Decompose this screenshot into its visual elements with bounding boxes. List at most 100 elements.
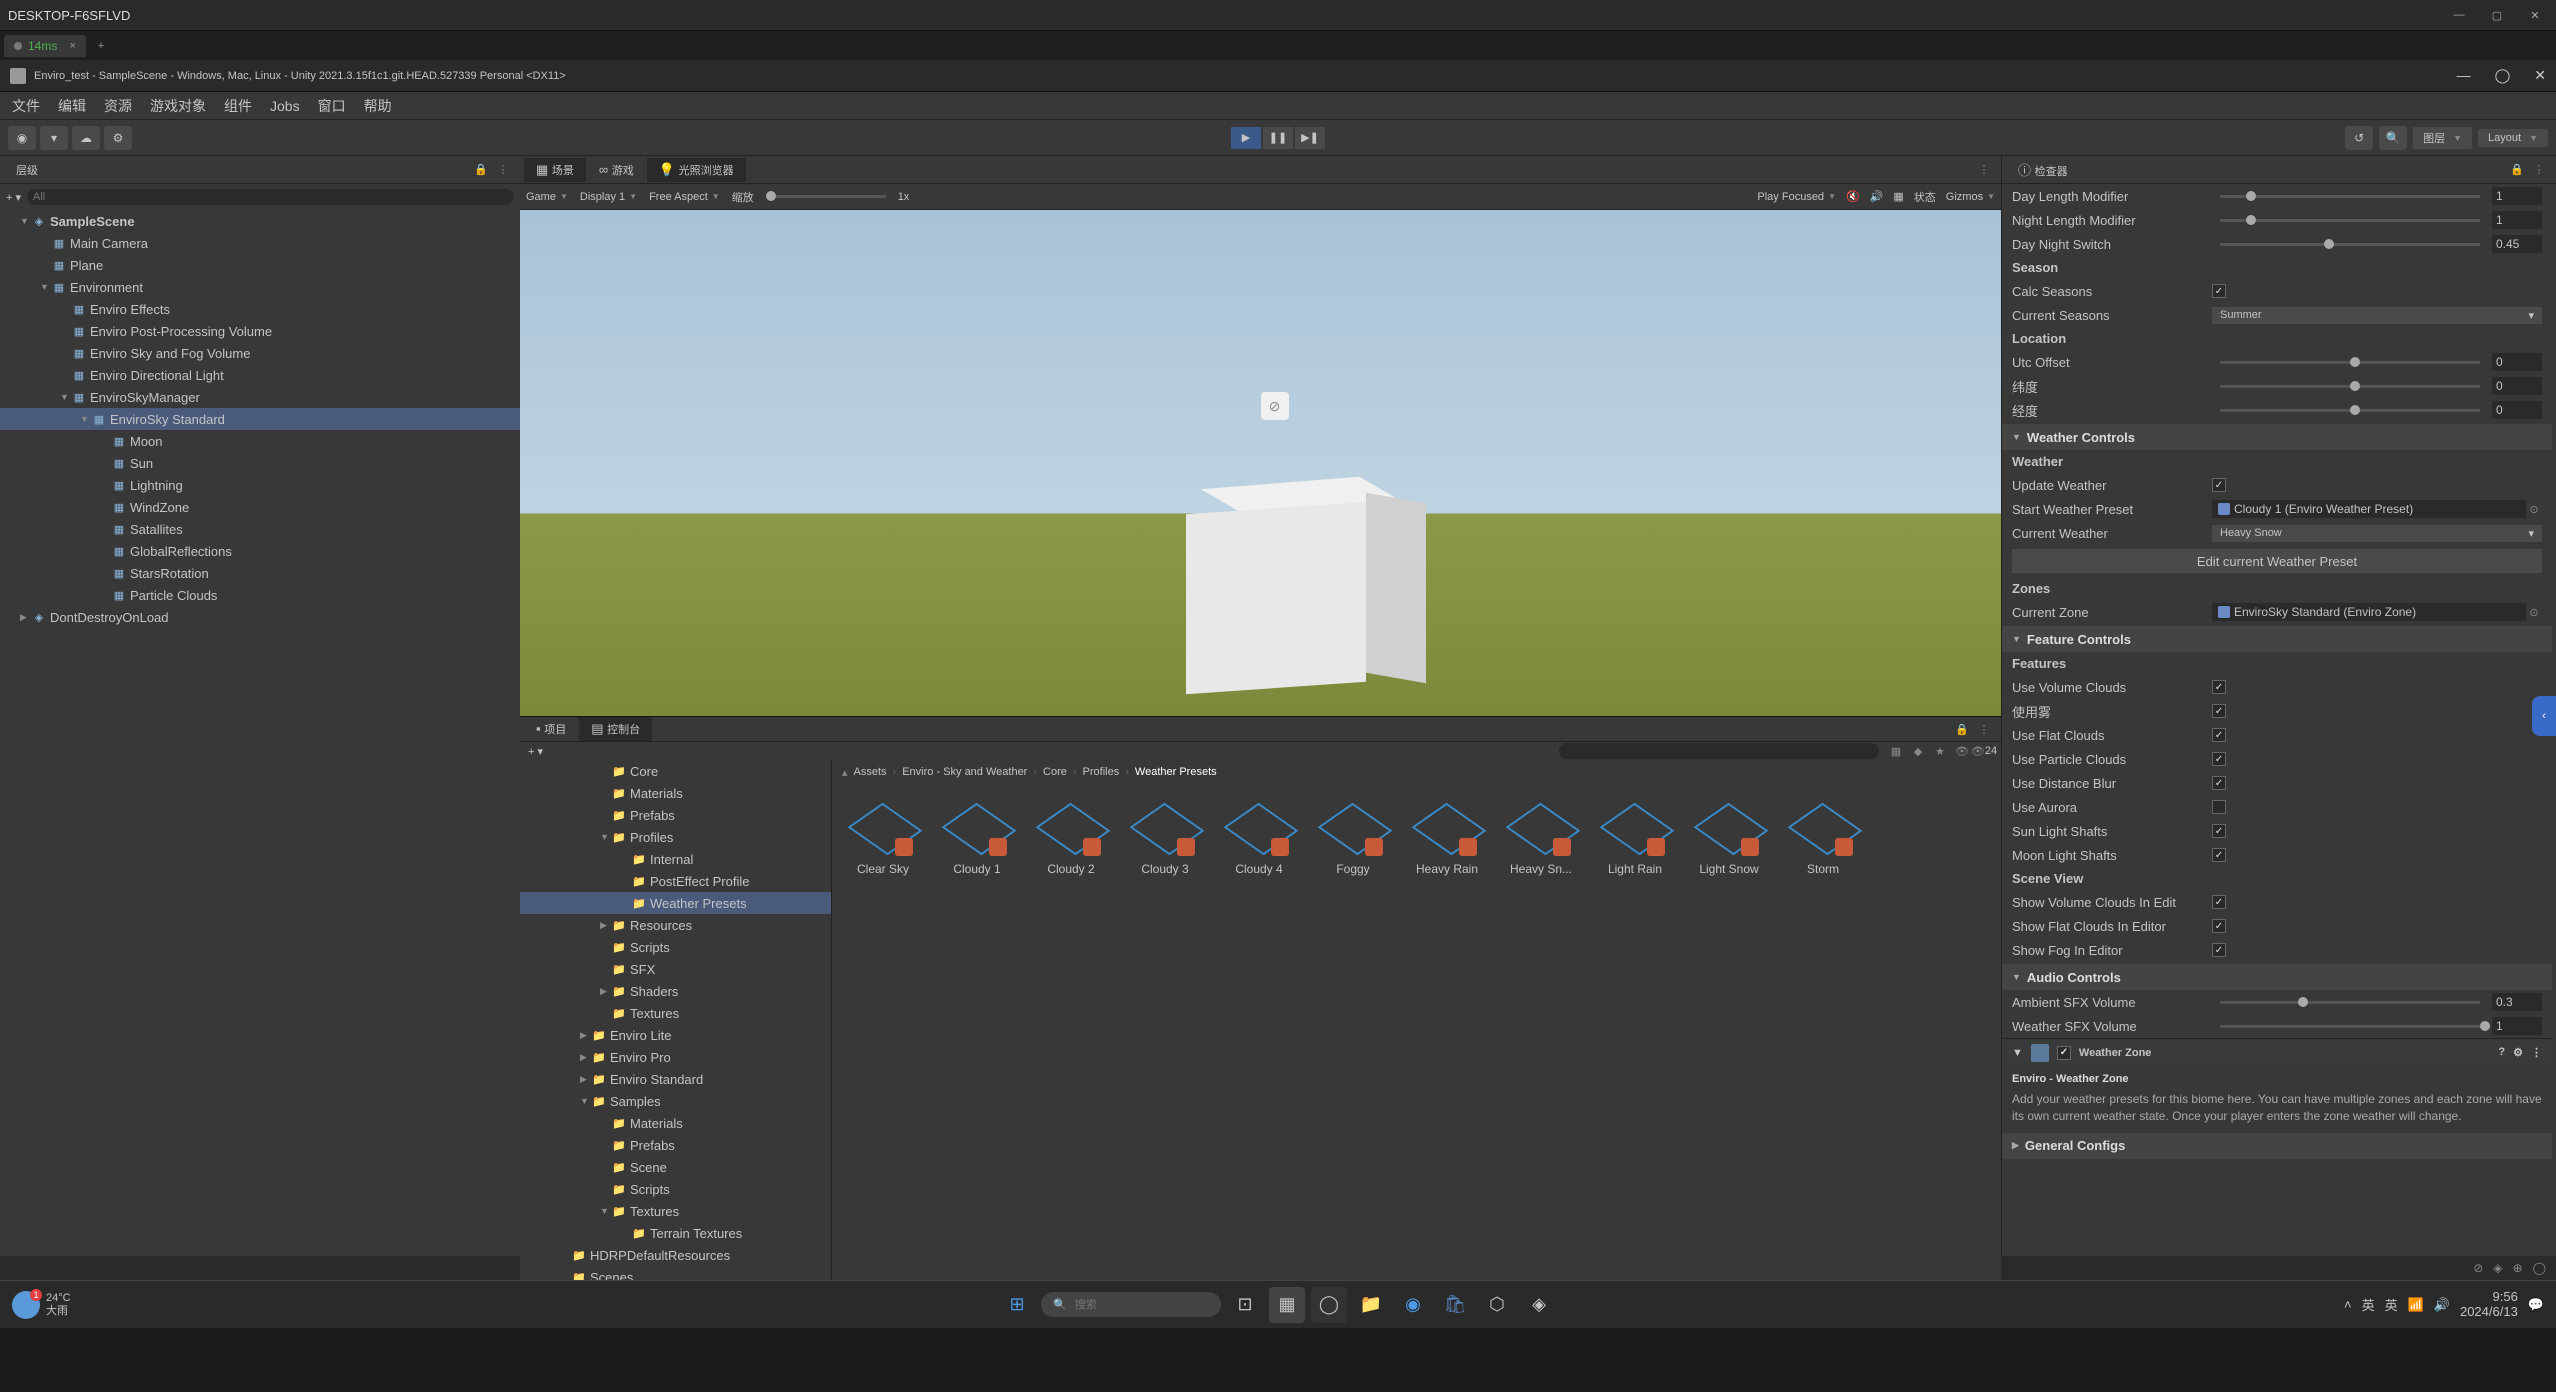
hierarchy-item[interactable]: ▦Enviro Directional Light	[0, 364, 520, 386]
taskbar-app[interactable]: ▦	[1269, 1287, 1305, 1323]
property-value[interactable]: 0	[2492, 401, 2542, 419]
maximize-button[interactable]: ◯	[2495, 67, 2511, 84]
game-tab[interactable]: ∞ 游戏	[587, 158, 646, 182]
cloud-button[interactable]: ☁	[72, 126, 100, 150]
hierarchy-item[interactable]: ▦Satallites	[0, 518, 520, 540]
object-picker-icon[interactable]: ⊙	[2526, 604, 2542, 620]
menu-file[interactable]: 文件	[12, 96, 40, 116]
os-close-button[interactable]: ✕	[2522, 5, 2548, 25]
property-slider[interactable]	[2220, 409, 2480, 412]
layers-dropdown[interactable]: 图层▼	[2413, 127, 2472, 149]
property-slider[interactable]	[2220, 195, 2480, 198]
property-checkbox[interactable]	[2212, 776, 2226, 790]
hierarchy-menu-icon[interactable]: ⋮	[494, 161, 512, 179]
property-object-field[interactable]: Cloudy 1 (Enviro Weather Preset)	[2212, 500, 2526, 518]
property-slider[interactable]	[2220, 361, 2480, 364]
scale-slider[interactable]	[766, 195, 886, 198]
component-menu-icon[interactable]: ⋮	[2531, 1046, 2542, 1059]
property-value[interactable]: 1	[2492, 211, 2542, 229]
layout-dropdown[interactable]: Layout▼	[2478, 129, 2548, 147]
status-icon[interactable]: ⊘	[2473, 1261, 2483, 1275]
hierarchy-item[interactable]: ▶◈DontDestroyOnLoad	[0, 606, 520, 628]
property-checkbox[interactable]	[2212, 284, 2226, 298]
menu-component[interactable]: 组件	[224, 96, 252, 116]
project-tree-item[interactable]: ▶📁Enviro Standard	[520, 1068, 831, 1090]
filter-fav-icon[interactable]: ★	[1931, 742, 1949, 760]
asset-grid[interactable]: Clear SkyCloudy 1Cloudy 2Cloudy 3Cloudy …	[832, 784, 2001, 1290]
project-tree-item[interactable]: ▼📁Textures	[520, 1200, 831, 1222]
property-value[interactable]: 0.45	[2492, 235, 2542, 253]
component-header[interactable]: ▼Weather Zone?⚙⋮	[2002, 1038, 2552, 1066]
hierarchy-item[interactable]: ▦Lightning	[0, 474, 520, 496]
crumb[interactable]: Assets	[854, 766, 887, 778]
inspector-section[interactable]: ▼Audio Controls	[2002, 964, 2552, 990]
property-value[interactable]: 1	[2492, 187, 2542, 205]
clock[interactable]: 9:562024/6/13	[2460, 1290, 2518, 1319]
ime-input[interactable]: 英	[2385, 1295, 2398, 1314]
filter-hidden-icon[interactable]: 👁	[1953, 742, 1971, 760]
crumb[interactable]: Enviro - Sky and Weather	[902, 766, 1027, 778]
asset-item[interactable]: Storm	[1782, 794, 1864, 876]
explorer-icon[interactable]: 📁	[1353, 1287, 1389, 1323]
volume-icon[interactable]: 🔊	[2434, 1297, 2450, 1313]
property-slider[interactable]	[2220, 1025, 2480, 1028]
tray-chevron-icon[interactable]: ˄	[2344, 1297, 2352, 1312]
project-tree-item[interactable]: 📁SFX	[520, 958, 831, 980]
component-enable-checkbox[interactable]	[2057, 1046, 2071, 1060]
property-checkbox[interactable]	[2212, 752, 2226, 766]
property-checkbox[interactable]	[2212, 848, 2226, 862]
minimize-button[interactable]: —	[2457, 67, 2471, 84]
property-checkbox[interactable]	[2212, 478, 2226, 492]
project-tree-item[interactable]: 📁Internal	[520, 848, 831, 870]
search-button[interactable]: 🔍	[2379, 126, 2407, 150]
property-slider[interactable]	[2220, 1001, 2480, 1004]
hierarchy-lock-icon[interactable]: 🔒	[472, 161, 490, 179]
aspect-dropdown[interactable]: Free Aspect▼	[649, 191, 720, 203]
asset-item[interactable]: Cloudy 4	[1218, 794, 1300, 876]
play-focused-dropdown[interactable]: Play Focused▼	[1757, 191, 1836, 203]
stats-button[interactable]: 状态	[1914, 189, 1936, 205]
hierarchy-item[interactable]: ▼▦EnviroSkyManager	[0, 386, 520, 408]
property-slider[interactable]	[2220, 219, 2480, 222]
unity-hub-icon[interactable]: ◈	[1521, 1287, 1557, 1323]
property-dropdown[interactable]: Heavy Snow▾	[2212, 525, 2542, 542]
tab-add-button[interactable]: +	[88, 36, 114, 56]
preset-icon[interactable]: ⚙	[2513, 1046, 2523, 1059]
side-panel-button[interactable]: ‹	[2532, 696, 2556, 736]
project-tree[interactable]: 📁Core📁Materials📁Prefabs▼📁Profiles📁Intern…	[520, 760, 831, 1310]
project-tree-item[interactable]: 📁Textures	[520, 1002, 831, 1024]
property-value[interactable]: 0	[2492, 377, 2542, 395]
project-tab[interactable]: ▪ 项目	[524, 717, 578, 741]
asset-item[interactable]: Clear Sky	[842, 794, 924, 876]
hierarchy-item[interactable]: ▦Enviro Effects	[0, 298, 520, 320]
property-object-field[interactable]: EnviroSky Standard (Enviro Zone)	[2212, 603, 2526, 621]
asset-item[interactable]: Heavy Rain	[1406, 794, 1488, 876]
hierarchy-item[interactable]: ▦Moon	[0, 430, 520, 452]
hierarchy-item[interactable]: ▼◈SampleScene	[0, 210, 520, 232]
os-minimize-button[interactable]: —	[2446, 5, 2472, 25]
inspector-button[interactable]: Edit current Weather Preset	[2012, 549, 2542, 573]
notifications-icon[interactable]: 💬	[2528, 1297, 2544, 1313]
property-checkbox[interactable]	[2212, 943, 2226, 957]
project-add-button[interactable]: + ▾	[528, 745, 543, 758]
hierarchy-item[interactable]: ▦WindZone	[0, 496, 520, 518]
property-dropdown[interactable]: Summer▾	[2212, 307, 2542, 324]
lighting-tab[interactable]: 💡 光照浏览器	[647, 158, 746, 182]
project-tree-item[interactable]: ▼📁Samples	[520, 1090, 831, 1112]
filter-type-icon[interactable]: ▦	[1887, 742, 1905, 760]
hierarchy-item[interactable]: ▦Enviro Sky and Fog Volume	[0, 342, 520, 364]
project-tree-item[interactable]: ▶📁Shaders	[520, 980, 831, 1002]
project-menu-icon[interactable]: ⋮	[1975, 720, 1993, 738]
asset-item[interactable]: Foggy	[1312, 794, 1394, 876]
property-checkbox[interactable]	[2212, 680, 2226, 694]
project-tree-item[interactable]: 📁Scene	[520, 1156, 831, 1178]
property-checkbox[interactable]	[2212, 704, 2226, 718]
crumb[interactable]: Profiles	[1083, 766, 1120, 778]
start-button[interactable]: ⊞	[999, 1287, 1035, 1323]
project-tree-item[interactable]: 📁Core	[520, 760, 831, 782]
status-icon[interactable]: ◯	[2533, 1261, 2546, 1275]
project-tree-item[interactable]: 📁Terrain Textures	[520, 1222, 831, 1244]
hierarchy-item[interactable]: ▦Sun	[0, 452, 520, 474]
menu-assets[interactable]: 资源	[104, 96, 132, 116]
hierarchy-tree[interactable]: ▼◈SampleScene▦Main Camera▦Plane▼▦Environ…	[0, 210, 520, 1256]
